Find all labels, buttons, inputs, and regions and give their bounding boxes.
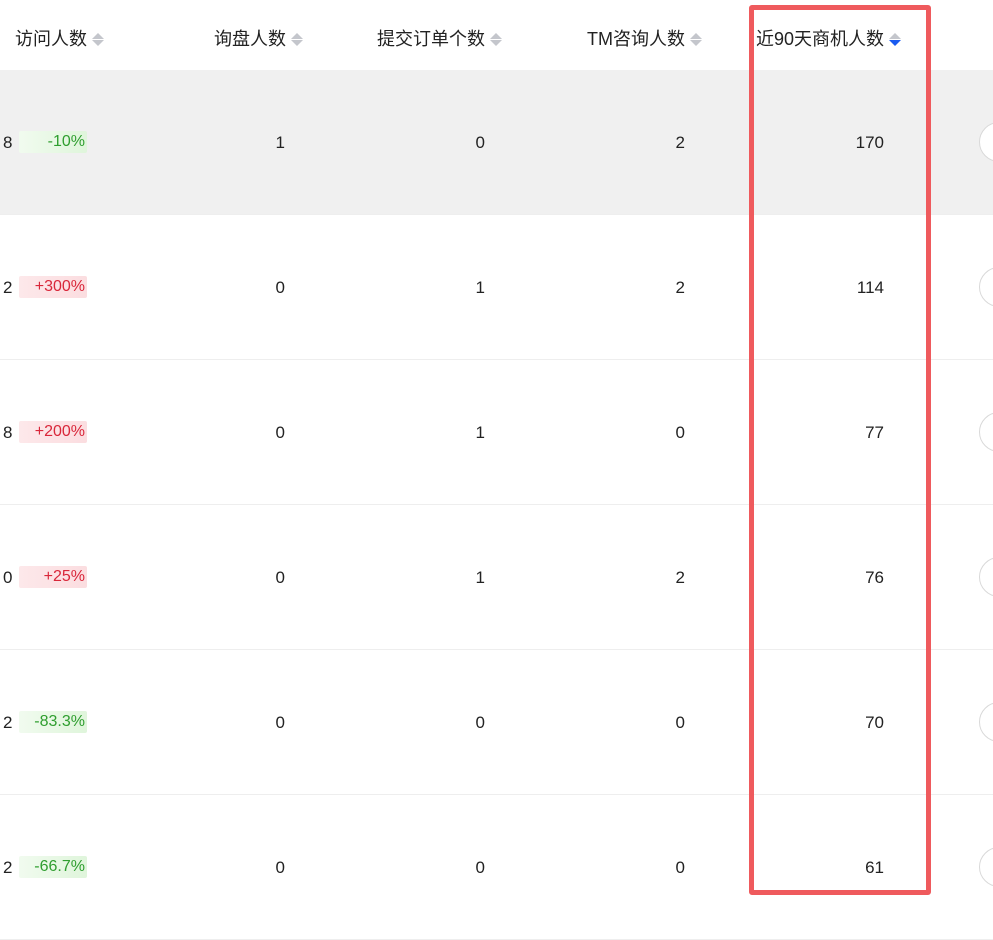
inquiries-cell: 1	[275, 133, 285, 152]
sort-asc-icon	[889, 32, 902, 39]
sort-asc-icon	[690, 32, 702, 39]
header-orders[interactable]: 提交订单个数	[377, 27, 502, 51]
change-badge: +25%	[19, 566, 87, 588]
visits-cell: 8	[3, 133, 13, 152]
sort-desc-icon	[291, 39, 303, 46]
sort-icon[interactable]	[690, 32, 702, 46]
sort-icon[interactable]	[291, 32, 303, 46]
sort-icon[interactable]	[92, 32, 104, 46]
row-action-button[interactable]	[979, 122, 993, 162]
visits-cell: 2	[3, 713, 13, 732]
sort-asc-icon	[490, 32, 502, 39]
inquiries-cell: 0	[275, 568, 285, 587]
tm-consult-cell: 0	[675, 713, 685, 732]
change-badge: -83.3%	[19, 711, 87, 733]
table-row[interactable]: 2 -66.7% 0 0 0 61	[0, 795, 993, 940]
sort-icon[interactable]	[889, 32, 902, 46]
sort-desc-icon	[690, 39, 702, 46]
header-tm-consult-label: TM咨询人数	[587, 29, 685, 49]
opportunities-cell: 170	[855, 133, 884, 152]
visits-cell: 0	[3, 568, 13, 587]
change-badge: +300%	[19, 276, 87, 298]
data-table: 访问人数 询盘人数 提交订单个数 TM咨询人数 近90天商机人数 8 -10% …	[0, 0, 993, 940]
inquiries-cell: 0	[275, 278, 285, 297]
sort-icon[interactable]	[490, 32, 502, 46]
table-header: 访问人数 询盘人数 提交订单个数 TM咨询人数 近90天商机人数	[0, 0, 993, 70]
change-badge: -10%	[19, 131, 87, 153]
header-orders-label: 提交订单个数	[377, 29, 485, 49]
orders-cell: 1	[475, 423, 485, 442]
header-opportunities-90d[interactable]: 近90天商机人数	[756, 27, 902, 51]
row-action-button[interactable]	[979, 702, 993, 742]
orders-cell: 1	[475, 568, 485, 587]
sort-desc-icon	[490, 39, 502, 46]
inquiries-cell: 0	[275, 713, 285, 732]
sort-asc-icon	[291, 32, 303, 39]
tm-consult-cell: 2	[675, 278, 685, 297]
row-action-button[interactable]	[979, 267, 993, 307]
orders-cell: 1	[475, 278, 485, 297]
inquiries-cell: 0	[275, 858, 285, 877]
opportunities-cell: 77	[865, 423, 884, 442]
tm-consult-cell: 2	[675, 133, 685, 152]
visits-cell: 8	[3, 423, 13, 442]
row-action-button[interactable]	[979, 847, 993, 887]
table-row[interactable]: 8 -10% 1 0 2 170	[0, 70, 993, 215]
change-badge: -66.7%	[19, 856, 87, 878]
header-inquiries[interactable]: 询盘人数	[214, 27, 303, 51]
sort-desc-active-icon	[889, 39, 902, 46]
sort-desc-icon	[92, 39, 104, 46]
change-badge: +200%	[19, 421, 87, 443]
table-row[interactable]: 8 +200% 0 1 0 77	[0, 360, 993, 505]
sort-asc-icon	[92, 32, 104, 39]
opportunities-cell: 76	[865, 568, 884, 587]
header-opportunities-90d-label: 近90天商机人数	[756, 29, 885, 49]
header-visits-label: 访问人数	[15, 29, 87, 49]
table-row[interactable]: 0 +25% 0 1 2 76	[0, 505, 993, 650]
row-action-button[interactable]	[979, 412, 993, 452]
tm-consult-cell: 0	[675, 423, 685, 442]
visits-cell: 2	[3, 278, 13, 297]
header-visits[interactable]: 访问人数	[15, 27, 104, 51]
opportunities-cell: 61	[865, 858, 884, 877]
inquiries-cell: 0	[275, 423, 285, 442]
opportunities-cell: 70	[865, 713, 884, 732]
tm-consult-cell: 2	[675, 568, 685, 587]
orders-cell: 0	[475, 858, 485, 877]
visits-cell: 2	[3, 858, 13, 877]
tm-consult-cell: 0	[675, 858, 685, 877]
orders-cell: 0	[475, 133, 485, 152]
header-inquiries-label: 询盘人数	[214, 29, 286, 49]
header-tm-consult[interactable]: TM咨询人数	[587, 27, 702, 51]
opportunities-cell: 114	[856, 278, 884, 297]
table-row[interactable]: 2 -83.3% 0 0 0 70	[0, 650, 993, 795]
table-row[interactable]: 2 +300% 0 1 2 114	[0, 215, 993, 360]
orders-cell: 0	[475, 713, 485, 732]
row-action-button[interactable]	[979, 557, 993, 597]
